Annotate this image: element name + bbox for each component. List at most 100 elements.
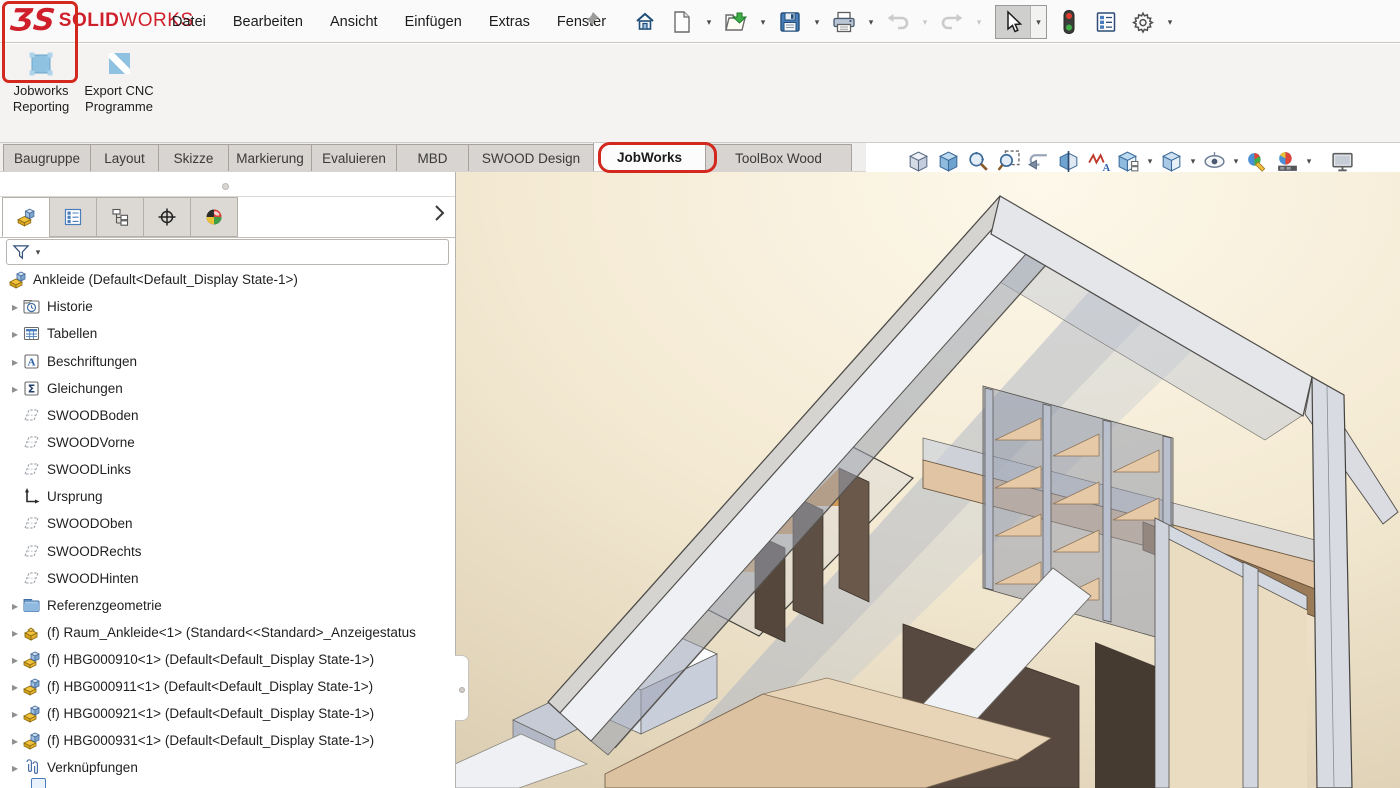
shaded-cube-icon[interactable] — [935, 148, 962, 175]
menu-bearbeiten[interactable]: Bearbeiten — [233, 14, 303, 30]
plane-icon — [22, 514, 41, 533]
open-icon[interactable] — [721, 6, 751, 38]
hide-show-dropdown[interactable]: ▾ — [1231, 156, 1241, 167]
redo-dropdown[interactable]: ▾ — [974, 17, 984, 28]
tab-evaluieren[interactable]: Evaluieren — [311, 144, 397, 171]
tree-item-swoodhinten[interactable]: SWOODHinten — [0, 565, 456, 592]
tree-item-gleichungen[interactable]: ▸Gleichungen — [0, 375, 456, 402]
expand-arrow-icon[interactable]: ▸ — [8, 626, 22, 640]
new-document-dropdown[interactable]: ▾ — [704, 17, 714, 28]
tree-item-partial[interactable] — [31, 778, 46, 788]
tree-item-raum-ankleide[interactable]: ▸(f) Raum_Ankleide<1> (Standard<<Standar… — [0, 619, 456, 646]
tree-item-hbg000911[interactable]: ▸(f) HBG000911<1> (Default<Default_Displ… — [0, 673, 456, 700]
hide-annotations-icon[interactable]: A — [1085, 148, 1112, 175]
tree-item-historie[interactable]: ▸Historie — [0, 293, 456, 320]
tree-item-root[interactable]: Ankleide (Default<Default_Display State-… — [0, 266, 456, 293]
expand-arrow-icon[interactable]: ▸ — [8, 707, 22, 721]
export-cnc-button[interactable]: Export CNCProgramme — [83, 49, 155, 115]
select-tool-group: ▾ — [995, 5, 1047, 39]
open-dropdown[interactable]: ▾ — [758, 17, 768, 28]
tree-item-beschriftungen[interactable]: ▸Beschriftungen — [0, 348, 456, 375]
tree-filter-bar[interactable]: ▾ — [6, 239, 449, 265]
tab-mbd[interactable]: MBD — [396, 144, 469, 171]
display-style-icon[interactable] — [1158, 148, 1185, 175]
tree-item-swoodoben[interactable]: SWOODOben — [0, 510, 456, 537]
tab-jobworks[interactable]: JobWorks — [593, 142, 706, 171]
tab-layout[interactable]: Layout — [90, 144, 159, 171]
edit-appearance-icon[interactable] — [1244, 148, 1271, 175]
select-cursor-icon[interactable] — [996, 6, 1030, 38]
tab-baugruppe[interactable]: Baugruppe — [3, 144, 91, 171]
options-dropdown[interactable]: ▾ — [1165, 17, 1175, 28]
expand-arrow-icon[interactable]: ▸ — [8, 355, 22, 369]
redo-icon[interactable] — [937, 6, 967, 38]
magnified-selection-icon[interactable] — [995, 148, 1022, 175]
expand-arrow-icon[interactable]: ▸ — [8, 300, 22, 314]
tab-propertymanager[interactable] — [49, 197, 97, 237]
tab-dimxpertmanager[interactable] — [143, 197, 191, 237]
home-icon[interactable] — [630, 6, 660, 38]
expand-arrow-icon[interactable]: ▸ — [8, 327, 22, 341]
tree-item-hbg000910[interactable]: ▸(f) HBG000910<1> (Default<Default_Displ… — [0, 646, 456, 673]
tree-item-verknuepfungen[interactable]: ▸Verknüpfungen — [0, 754, 456, 781]
tree-item-ursprung[interactable]: Ursprung — [0, 483, 456, 510]
plane-icon — [22, 569, 41, 588]
section-view-icon[interactable] — [1055, 148, 1082, 175]
pin-menu-icon[interactable] — [583, 10, 601, 28]
expand-arrow-icon[interactable]: ▸ — [8, 680, 22, 694]
tab-featuremanager[interactable] — [2, 197, 50, 237]
menu-ansicht[interactable]: Ansicht — [330, 14, 378, 30]
tab-displaymanager[interactable] — [190, 197, 238, 237]
menu-einfuegen[interactable]: Einfügen — [405, 14, 462, 30]
tree-item-tabellen[interactable]: ▸Tabellen — [0, 320, 456, 347]
tree-item-swoodlinks[interactable]: SWOODLinks — [0, 456, 456, 483]
jobworks-reporting-button[interactable]: JobworksReporting — [5, 49, 77, 115]
save-icon[interactable] — [775, 6, 805, 38]
new-document-icon[interactable] — [667, 6, 697, 38]
display-style-dropdown[interactable]: ▾ — [1188, 156, 1198, 167]
tab-swood-design[interactable]: SWOOD Design — [468, 144, 594, 171]
tree-item-hbg000921[interactable]: ▸(f) HBG000921<1> (Default<Default_Displ… — [0, 700, 456, 727]
tree-item-referenzgeometrie[interactable]: ▸Referenzgeometrie — [0, 592, 456, 619]
view-settings-icon[interactable] — [1329, 148, 1356, 175]
tab-toolbox-wood[interactable]: ToolBox Wood — [705, 144, 852, 171]
apply-scene-icon[interactable] — [1274, 148, 1301, 175]
expand-arrow-icon[interactable]: ▸ — [8, 761, 22, 775]
zoom-to-fit-icon[interactable] — [905, 148, 932, 175]
tree-item-swoodboden[interactable]: SWOODBoden — [0, 402, 456, 429]
expand-arrow-icon[interactable]: ▸ — [8, 599, 22, 613]
tab-markierung[interactable]: Markierung — [228, 144, 312, 171]
hide-show-items-icon[interactable] — [1201, 148, 1228, 175]
previous-view-icon[interactable] — [1025, 148, 1052, 175]
task-pane-list-icon[interactable] — [1091, 6, 1121, 38]
tree-item-swoodvorne[interactable]: SWOODVorne — [0, 429, 456, 456]
panel-splitter-grip[interactable] — [222, 183, 229, 190]
performance-evaluation-icon[interactable] — [1054, 6, 1084, 38]
expand-arrow-icon[interactable]: ▸ — [8, 653, 22, 667]
menu-extras[interactable]: Extras — [489, 14, 530, 30]
assembly-icon — [22, 731, 41, 750]
expand-arrow-icon[interactable]: ▸ — [8, 382, 22, 396]
tree-item-swoodrechts[interactable]: SWOODRechts — [0, 538, 456, 565]
zoom-to-area-icon[interactable] — [965, 148, 992, 175]
select-dropdown[interactable]: ▾ — [1030, 6, 1046, 38]
graphics-viewport[interactable]: A ▾ ▾ ▾ ▾ — [455, 143, 1400, 788]
tree-item-hbg000931[interactable]: ▸(f) HBG000931<1> (Default<Default_Displ… — [0, 727, 456, 754]
options-gear-icon[interactable] — [1128, 6, 1158, 38]
view-orientation-dropdown[interactable]: ▾ — [1145, 156, 1155, 167]
plane-icon — [22, 460, 41, 479]
tab-configurationmanager[interactable] — [96, 197, 144, 237]
menu-datei[interactable]: Datei — [172, 14, 206, 30]
undo-icon[interactable] — [883, 6, 913, 38]
view-orientation-icon[interactable] — [1115, 148, 1142, 175]
panel-viewport-splitter[interactable] — [455, 655, 469, 721]
apply-scene-dropdown[interactable]: ▾ — [1304, 156, 1314, 167]
undo-dropdown[interactable]: ▾ — [920, 17, 930, 28]
filter-dropdown[interactable]: ▾ — [33, 247, 43, 258]
expand-arrow-icon[interactable]: ▸ — [8, 734, 22, 748]
save-dropdown[interactable]: ▾ — [812, 17, 822, 28]
expand-panel-arrow[interactable] — [434, 204, 445, 222]
print-dropdown[interactable]: ▾ — [866, 17, 876, 28]
print-icon[interactable] — [829, 6, 859, 38]
tab-skizze[interactable]: Skizze — [158, 144, 229, 171]
